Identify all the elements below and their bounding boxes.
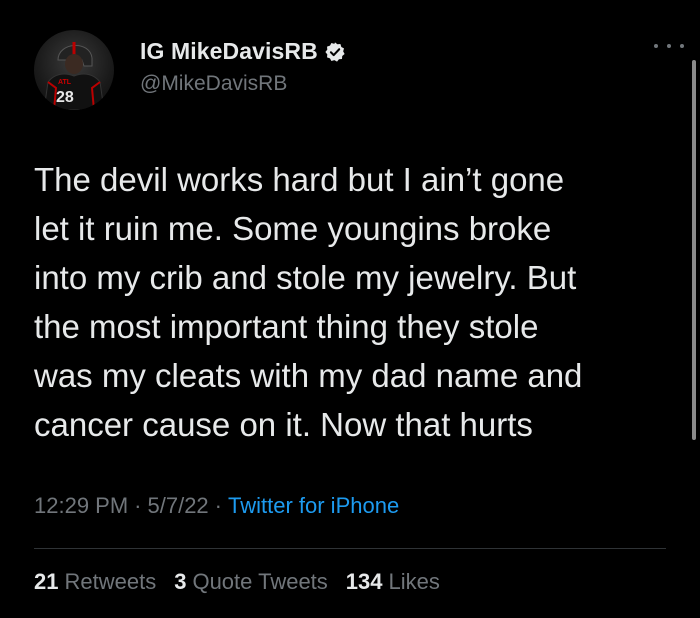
author-name-row[interactable]: IG MikeDavisRB [140,38,346,65]
author-handle[interactable]: @MikeDavisRB [140,72,287,96]
author-display-name[interactable]: IG MikeDavisRB [140,38,318,65]
likes-label: Likes [388,569,440,594]
quote-tweets-stat[interactable]: 3 Quote Tweets [174,569,328,595]
author-avatar[interactable]: 28 ATL [34,30,114,110]
more-dot [667,44,671,48]
divider [34,548,666,549]
more-dot [654,44,658,48]
engagement-stats: 21 Retweets 3 Quote Tweets 134 Likes [34,569,440,595]
more-options-icon[interactable] [654,36,684,56]
tweet-text: The devil works hard but I ain’t gone le… [34,161,583,443]
svg-text:28: 28 [56,89,74,106]
tweet-metadata: 12:29 PM · 5/7/22 · Twitter for iPhone [34,493,399,519]
retweets-label: Retweets [64,569,157,594]
more-dot [680,44,684,48]
retweets-count: 21 [34,569,59,594]
svg-text:ATL: ATL [58,79,72,86]
tweet-detail: 28 ATL IG MikeDavisRB @MikeDavisRB The d… [0,0,700,618]
retweets-stat[interactable]: 21 Retweets [34,569,156,595]
quotes-label: Quote Tweets [192,569,328,594]
likes-stat[interactable]: 134 Likes [346,569,440,595]
tweet-source-link[interactable]: Twitter for iPhone [228,493,399,518]
tweet-time[interactable]: 12:29 PM [34,493,128,518]
quotes-count: 3 [174,569,187,594]
football-player-avatar-icon: 28 ATL [43,42,105,110]
tweet-date[interactable]: 5/7/22 [148,493,209,518]
verified-badge-icon [324,41,346,63]
meta-separator: · [214,493,222,518]
scrollbar[interactable] [692,60,696,440]
meta-separator: · [134,493,142,518]
likes-count: 134 [345,569,383,594]
